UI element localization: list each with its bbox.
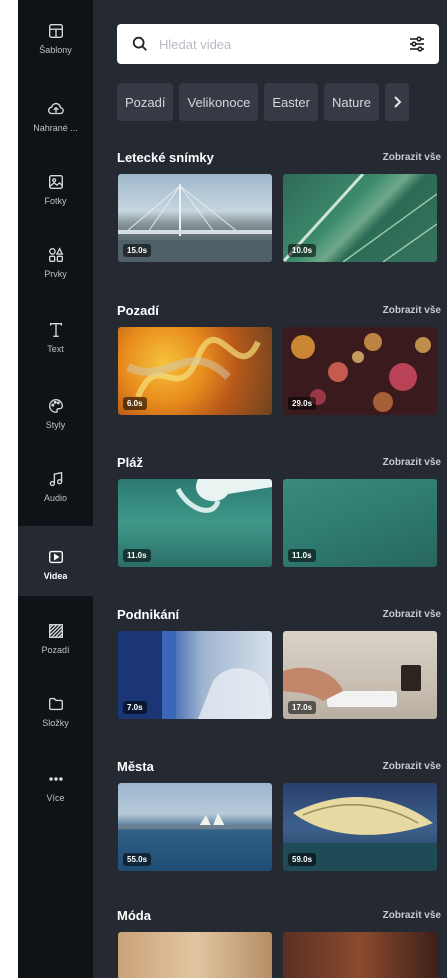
text-icon xyxy=(49,323,62,337)
sidebar-item-label: Prvky xyxy=(44,269,67,279)
show-all-link[interactable]: Zobrazit vše xyxy=(383,910,441,921)
sidebar-item-audio[interactable]: Audio xyxy=(18,448,93,518)
show-all-link[interactable]: Zobrazit vše xyxy=(383,609,441,620)
more-dots-icon xyxy=(48,777,63,781)
section-title: Města xyxy=(117,759,154,774)
background-pattern-icon xyxy=(48,624,63,638)
section-title: Móda xyxy=(117,908,151,923)
sidebar-item-label: Videa xyxy=(43,571,68,581)
sidebar-item-folders[interactable]: Složky xyxy=(18,673,93,743)
sidebar-item-label: Pozadí xyxy=(41,645,70,655)
section-header: Pozadí Zobrazit vše xyxy=(117,303,447,321)
sidebar-item-uploads[interactable]: Nahrané ... xyxy=(18,78,93,148)
chevron-right-icon xyxy=(394,96,402,108)
video-icon xyxy=(48,550,63,564)
section-header: Města Zobrazit vše xyxy=(117,759,447,777)
sidebar-item-text[interactable]: Text xyxy=(18,299,93,369)
sidebar-item-backgrounds[interactable]: Pozadí xyxy=(18,600,93,670)
duration-badge: 15.0s xyxy=(123,244,152,257)
section-aerial: Letecké snímky Zobrazit vše 15.0s 10.0s xyxy=(117,150,447,270)
templates-icon xyxy=(48,24,63,38)
sidebar-item-styles[interactable]: Styly xyxy=(18,375,93,445)
video-thumbnail[interactable] xyxy=(118,932,272,978)
duration-badge: 11.0s xyxy=(288,549,316,562)
sidebar-item-label: Fotky xyxy=(44,196,67,206)
upload-cloud-icon xyxy=(47,102,64,115)
chip-pozadi[interactable]: Pozadí xyxy=(117,83,174,121)
palette-icon xyxy=(48,399,63,413)
section-business: Podnikání Zobrazit vše 7.0s 17.0s xyxy=(117,607,447,727)
section-title: Podnikání xyxy=(117,607,180,622)
duration-badge: 55.0s xyxy=(123,853,152,866)
chip-easter[interactable]: Easter xyxy=(264,83,318,121)
duration-badge: 59.0s xyxy=(288,853,317,866)
section-title: Pláž xyxy=(117,455,144,470)
sidebar: Šablony Nahrané ... Fotky Prvky Text Sty… xyxy=(18,0,93,978)
section-fashion: Móda Zobrazit vše xyxy=(117,908,447,978)
duration-badge: 10.0s xyxy=(288,244,317,257)
section-header: Podnikání Zobrazit vše xyxy=(117,607,447,625)
sidebar-item-label: Styly xyxy=(45,420,66,430)
sidebar-item-templates[interactable]: Šablony xyxy=(18,0,93,70)
duration-badge: 6.0s xyxy=(123,397,147,410)
video-thumbnail[interactable]: 11.0s xyxy=(118,479,272,567)
duration-badge: 7.0s xyxy=(123,701,147,714)
sidebar-item-photos[interactable]: Fotky xyxy=(18,151,93,221)
show-all-link[interactable]: Zobrazit vše xyxy=(383,457,441,468)
video-thumbnail[interactable]: 59.0s xyxy=(283,783,437,871)
chip-velikonoce[interactable]: Velikonoce xyxy=(179,83,259,121)
video-thumbnail[interactable] xyxy=(283,932,437,978)
show-all-link[interactable]: Zobrazit vše xyxy=(383,152,441,163)
duration-badge: 17.0s xyxy=(288,701,317,714)
chips-next-button[interactable] xyxy=(384,83,409,121)
sidebar-item-label: Nahrané ... xyxy=(33,123,78,133)
category-chips: Pozadí Velikonoce Easter Nature xyxy=(117,83,409,121)
section-backgrounds: Pozadí Zobrazit vše 6.0s 29.0s xyxy=(117,303,447,423)
sidebar-item-more[interactable]: Více xyxy=(18,748,93,818)
section-beach: Pláž Zobrazit vše 11.0s 11.0s xyxy=(117,455,447,575)
sidebar-item-elements[interactable]: Prvky xyxy=(18,224,93,294)
show-all-link[interactable]: Zobrazit vše xyxy=(383,305,441,316)
videos-panel: Pozadí Velikonoce Easter Nature Letecké … xyxy=(93,0,447,978)
video-thumbnail[interactable]: 15.0s xyxy=(118,174,272,262)
sidebar-item-label: Složky xyxy=(42,718,69,728)
search-icon[interactable] xyxy=(131,35,149,53)
video-thumbnail[interactable]: 10.0s xyxy=(283,174,437,262)
search-input[interactable] xyxy=(159,36,407,52)
elements-icon xyxy=(48,247,63,262)
section-header: Pláž Zobrazit vše xyxy=(117,455,447,473)
sidebar-item-label: Šablony xyxy=(39,45,72,55)
sidebar-item-label: Text xyxy=(47,344,64,354)
duration-badge: 11.0s xyxy=(123,549,151,562)
sidebar-item-label: Více xyxy=(46,793,65,803)
chip-nature[interactable]: Nature xyxy=(323,83,379,121)
section-title: Pozadí xyxy=(117,303,159,318)
duration-badge: 29.0s xyxy=(288,397,317,410)
search-bar xyxy=(117,24,439,64)
video-thumbnail[interactable]: 29.0s xyxy=(283,327,437,415)
video-thumbnail[interactable]: 55.0s xyxy=(118,783,272,871)
section-title: Letecké snímky xyxy=(117,150,214,165)
photo-icon xyxy=(48,175,63,189)
section-header: Letecké snímky Zobrazit vše xyxy=(117,150,447,168)
folder-icon xyxy=(48,697,63,711)
section-header: Móda Zobrazit vše xyxy=(117,908,447,926)
music-note-icon xyxy=(49,471,62,487)
video-thumbnail[interactable]: 7.0s xyxy=(118,631,272,719)
sidebar-item-label: Audio xyxy=(43,493,68,503)
filter-sliders-icon[interactable] xyxy=(407,34,427,54)
video-thumbnail[interactable]: 6.0s xyxy=(118,327,272,415)
window-edge xyxy=(0,0,18,978)
show-all-link[interactable]: Zobrazit vše xyxy=(383,761,441,772)
video-thumbnail[interactable]: 17.0s xyxy=(283,631,437,719)
video-thumbnail[interactable]: 11.0s xyxy=(283,479,437,567)
sidebar-item-videos[interactable]: Videa xyxy=(18,526,93,596)
section-cities: Města Zobrazit vše 55.0s 59.0s xyxy=(117,759,447,879)
